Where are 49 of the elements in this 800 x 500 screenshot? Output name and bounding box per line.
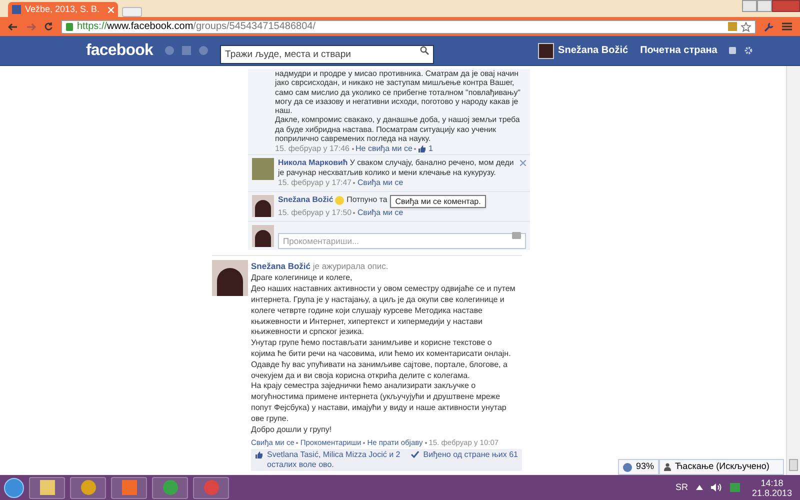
thumbs-up-icon xyxy=(255,451,263,460)
reload-icon[interactable] xyxy=(44,22,53,31)
maximize-button[interactable] xyxy=(757,0,772,12)
like-count: 1 xyxy=(428,143,433,154)
tooltip: Свиђа ми се коментар. xyxy=(390,195,486,208)
star-icon[interactable] xyxy=(741,22,751,32)
post-header: Snežana Božić је ажурирала опис. xyxy=(251,260,390,272)
avatar xyxy=(252,225,274,248)
home-link[interactable]: Почетна страна xyxy=(640,43,718,58)
check-icon xyxy=(411,451,420,458)
address-bar[interactable]: https://www.facebook.com/groups/545434715486804/ xyxy=(61,20,756,34)
post-text: Драге колегинице и колеге, Део наших наставних активности у овом семестру одвијаће се и путем интернета. Група је у настајању, а циљ је да окупи све колегинице и колеге четврте године који слушају курсеве Методика наставе књижевности и Интернет, хипертекст и хипермедији у настави књижевности и српског језика. Унутар групе ћемо постављати занимљиве и корисне текстове о којима ће бити речи на часовима, или ћемо их коментарисати онлајн. Одавде ћу вас упућивати на занимљиве сајтове, портале, блогове, а очекујем да и ви своја корисна открића делите с колегама. На крају семестра заједнички ћемо анализирати закључке о могућностима примене интернета (укључујући и друштвене мреже попут Фејсбука) у настави, имајући у виду и наше активности унутар ове групе. Добро дошли у групу! xyxy=(251,273,516,436)
comment-field[interactable]: Прокоментариши... xyxy=(278,233,526,250)
thumbs-up-icon xyxy=(418,144,426,153)
profile-link[interactable]: Snežana Božić xyxy=(558,43,628,58)
close-icon[interactable] xyxy=(520,160,526,166)
speaker-icon[interactable] xyxy=(710,483,722,492)
unlike-link[interactable]: Не свиђа ми се xyxy=(356,143,412,154)
photo-placeholder xyxy=(252,158,274,180)
avatar xyxy=(212,260,248,296)
start-button[interactable] xyxy=(4,478,24,498)
clock[interactable]: 14:18 21.8.2013 xyxy=(748,478,796,498)
language-indicator[interactable]: SR xyxy=(675,480,688,494)
facebook-logo[interactable]: facebook xyxy=(86,38,154,62)
search-icon[interactable] xyxy=(420,46,430,55)
seen-text: Виђено од стране њих 61 xyxy=(423,450,518,460)
search-field[interactable]: Тражи људе, места и ствари xyxy=(220,45,434,64)
author-link[interactable]: Snežana Božić xyxy=(251,261,311,272)
forward-icon[interactable] xyxy=(26,22,36,30)
avatar[interactable] xyxy=(538,42,554,58)
person-icon xyxy=(664,463,671,471)
url-scheme: https:// xyxy=(77,20,108,34)
avatar xyxy=(252,195,274,218)
scrollbar-thumb[interactable] xyxy=(789,459,798,471)
url-host: www.facebook.com xyxy=(107,20,194,34)
chat-tab[interactable]: Ћаскање (Искључено) xyxy=(659,459,784,475)
wrench-icon[interactable] xyxy=(764,22,774,32)
settings-icon[interactable] xyxy=(744,46,754,55)
back-icon[interactable] xyxy=(8,22,18,30)
close-button[interactable] xyxy=(772,0,800,12)
tray-arrow-icon[interactable] xyxy=(696,485,703,490)
likes-text: Svetlana Tasić, Milica Mizza Jocić и 2 осталих воле ово. xyxy=(267,450,402,470)
new-tab-button[interactable] xyxy=(122,7,142,17)
menu-icon[interactable] xyxy=(782,22,792,31)
minimize-button[interactable] xyxy=(742,0,757,12)
comment-time: 15. фебруар у 17:46 xyxy=(275,143,350,154)
url-path: /groups/545434715486804/ xyxy=(193,20,316,34)
battery-tab[interactable]: 93% xyxy=(618,459,659,475)
tab-title: Vežbe, 2013, S. B. xyxy=(25,2,100,16)
